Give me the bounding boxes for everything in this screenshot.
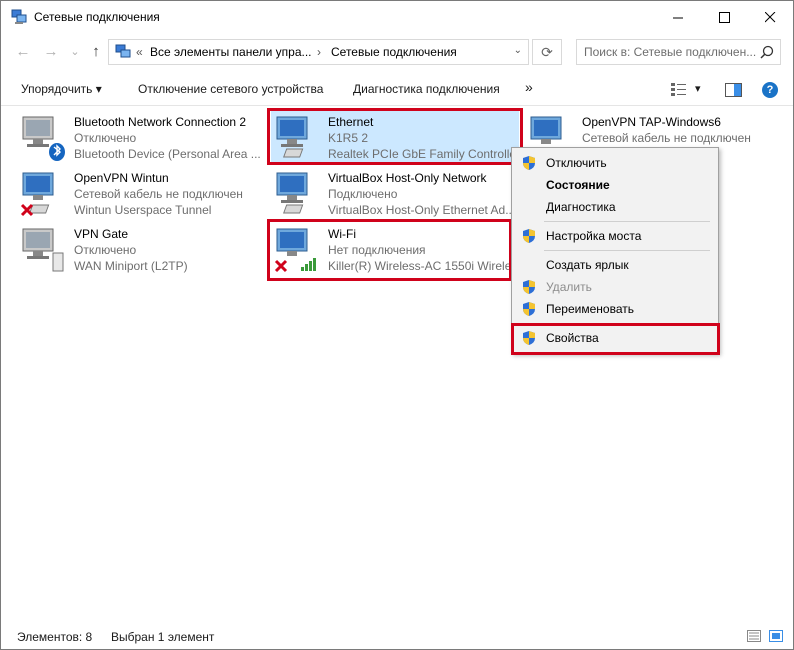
menu-separator	[544, 221, 710, 222]
connection-bluetooth[interactable]: Bluetooth Network Connection 2 Отключено…	[17, 111, 262, 163]
menu-item-label: Состояние	[546, 178, 610, 192]
preview-pane-icon[interactable]	[725, 83, 742, 97]
breadcrumb-overflow[interactable]: «	[136, 45, 143, 59]
menu-item-diagnose[interactable]: Диагностика	[512, 196, 718, 218]
uac-shield-icon	[523, 302, 535, 316]
menu-separator	[544, 250, 710, 251]
menu-item-label: Переименовать	[546, 302, 634, 316]
connection-name: OpenVPN TAP-Windows6	[582, 115, 721, 129]
connection-openvpn-wintun[interactable]: OpenVPN Wintun Сетевой кабель не подключ…	[17, 167, 262, 219]
uac-shield-icon	[523, 280, 535, 294]
highlight-properties	[511, 323, 720, 355]
uac-shield-icon	[523, 156, 535, 170]
breadcrumb-network-connections[interactable]: Сетевые подключения	[331, 45, 457, 59]
back-button[interactable]: ←	[14, 43, 32, 61]
highlight-ethernet	[267, 108, 523, 165]
more-commands-button[interactable]: »	[525, 79, 533, 95]
menu-item-label: Диагностика	[546, 200, 616, 214]
menu-item-rename[interactable]: Переименовать	[512, 298, 718, 320]
menu-item-label: Удалить	[546, 280, 592, 294]
minimize-button[interactable]	[655, 1, 701, 33]
change-view-icon[interactable]	[671, 83, 687, 97]
status-bar: Элементов: 8 Выбран 1 элемент	[1, 626, 793, 648]
disable-device-button[interactable]: Отключение сетевого устройства	[138, 82, 323, 96]
search-icon[interactable]	[760, 45, 774, 59]
connection-name: OpenVPN Wintun	[74, 171, 169, 185]
vpn-adapter-icon	[22, 228, 64, 272]
connection-vpn-gate[interactable]: VPN Gate Отключено WAN Miniport (L2TP)	[17, 223, 262, 275]
item-count: Элементов: 8	[17, 630, 93, 644]
connection-status: Сетевой кабель не подключен	[74, 187, 243, 201]
menu-item-create-shortcut[interactable]: Создать ярлык	[512, 254, 718, 276]
control-panel-icon	[115, 44, 131, 58]
menu-item-disable[interactable]: Отключить	[512, 152, 718, 174]
network-connections-icon	[11, 9, 27, 24]
menu-item-label: Отключить	[546, 156, 607, 170]
menu-item-status[interactable]: Состояние	[512, 174, 718, 196]
large-icons-view-icon[interactable]	[769, 630, 783, 642]
disconnected-adapter-icon	[20, 172, 54, 217]
connection-device: VirtualBox Host-Only Ethernet Ad...	[328, 203, 511, 217]
maximize-icon	[718, 11, 730, 23]
maximize-button[interactable]	[701, 1, 747, 33]
selection-count: Выбран 1 элемент	[111, 630, 215, 644]
command-bar: Упорядочить ▾ Отключение сетевого устрой…	[1, 74, 793, 105]
refresh-button[interactable]: ⟳	[532, 39, 562, 65]
breadcrumb-separator[interactable]: ›	[317, 45, 321, 59]
connection-name: VirtualBox Host-Only Network	[328, 171, 487, 185]
title-bar[interactable]: Сетевые подключения	[1, 1, 793, 33]
connection-status: Отключено	[74, 131, 137, 145]
toolbar-divider	[1, 105, 793, 106]
organize-button[interactable]: Упорядочить ▾	[21, 82, 102, 96]
menu-item-label: Создать ярлык	[546, 258, 629, 272]
address-bar[interactable]: « Все элементы панели упра... › Сетевые …	[108, 39, 529, 65]
ethernet-adapter-icon	[276, 172, 308, 214]
menu-item-label: Настройка моста	[546, 229, 642, 243]
bluetooth-adapter-icon	[22, 116, 65, 161]
close-button[interactable]	[747, 1, 793, 33]
connection-device: Bluetooth Device (Personal Area ...	[74, 147, 261, 161]
menu-item-delete[interactable]: Удалить	[512, 276, 718, 298]
up-button[interactable]: ↑	[87, 43, 105, 61]
menu-item-bridge[interactable]: Настройка моста	[512, 225, 718, 247]
minimize-icon	[672, 17, 683, 18]
explorer-window: Сетевые подключения ← → ⌄ ↑ « Все элемен…	[0, 0, 794, 650]
uac-shield-icon	[523, 229, 535, 243]
close-icon	[764, 11, 775, 22]
highlight-wifi	[267, 219, 512, 281]
connection-name: VPN Gate	[74, 227, 129, 241]
search-box[interactable]: Поиск в: Сетевые подключен...	[576, 39, 781, 65]
diagnose-button[interactable]: Диагностика подключения	[353, 82, 500, 96]
connection-virtualbox[interactable]: VirtualBox Host-Only Network Подключено …	[271, 167, 516, 219]
connection-device: WAN Miniport (L2TP)	[74, 259, 188, 273]
connection-status: Отключено	[74, 243, 137, 257]
view-dropdown-button[interactable]: ▾	[695, 82, 701, 95]
connection-status: Сетевой кабель не подключен	[582, 131, 751, 145]
connection-status: Подключено	[328, 187, 398, 201]
breadcrumb-control-panel[interactable]: Все элементы панели упра...	[150, 45, 312, 59]
search-input[interactable]: Поиск в: Сетевые подключен...	[584, 45, 756, 59]
connection-device: Wintun Userspace Tunnel	[74, 203, 212, 217]
help-button[interactable]: ?	[762, 82, 778, 98]
connection-name: Bluetooth Network Connection 2	[74, 115, 247, 129]
address-dropdown-button[interactable]: ⌄	[514, 45, 522, 56]
window-title: Сетевые подключения	[34, 10, 160, 24]
recent-locations-button[interactable]: ⌄	[66, 43, 84, 61]
details-view-icon[interactable]	[747, 630, 761, 642]
forward-button[interactable]: →	[42, 43, 60, 61]
